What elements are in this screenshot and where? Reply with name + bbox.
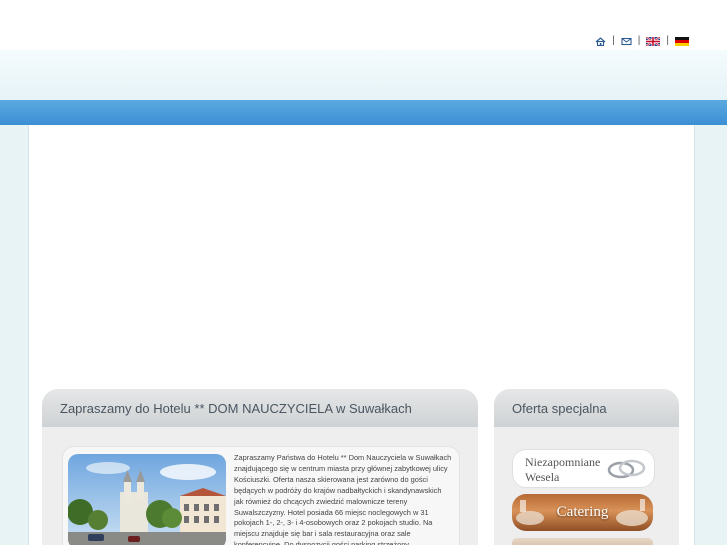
navigation-bar (0, 100, 727, 126)
welcome-card: Zapraszamy Państwa do Hotelu ** Dom Nauc… (62, 446, 460, 545)
offer-catering-banner[interactable]: Catering (512, 494, 653, 531)
header-band (0, 50, 727, 100)
offer-weddings-line1: Niezapomniane (525, 455, 601, 469)
intro-text: Zapraszamy Państwa do Hotelu ** Dom Nauc… (234, 453, 452, 545)
welcome-title: Zapraszamy do Hotelu ** DOM NAUCZYCIELA … (42, 389, 478, 427)
home-icon[interactable] (595, 36, 606, 46)
special-offer-panel: Oferta specjalna Niezapomniane Wesela Ca… (494, 389, 679, 545)
top-links: | | | (595, 35, 689, 47)
welcome-panel: Zapraszamy do Hotelu ** DOM NAUCZYCIELA … (42, 389, 478, 545)
wedding-rings-icon (605, 456, 649, 487)
offer-catering-text: Catering (556, 504, 609, 520)
separator: | (612, 35, 615, 46)
german-flag-icon[interactable] (675, 36, 689, 46)
offer-weddings-banner[interactable]: Niezapomniane Wesela (512, 449, 655, 488)
special-offer-title: Oferta specjalna (494, 389, 679, 427)
separator: | (666, 35, 669, 46)
town-photo (68, 454, 226, 545)
envelope-icon[interactable] (621, 37, 632, 46)
uk-flag-icon[interactable] (645, 35, 661, 47)
offer-weddings-text: Niezapomniane Wesela (525, 455, 600, 485)
offer-third-banner[interactable] (512, 538, 653, 545)
offer-weddings-line2: Wesela (525, 470, 560, 484)
separator: | (637, 35, 641, 46)
top-bar: | | | (0, 0, 727, 50)
